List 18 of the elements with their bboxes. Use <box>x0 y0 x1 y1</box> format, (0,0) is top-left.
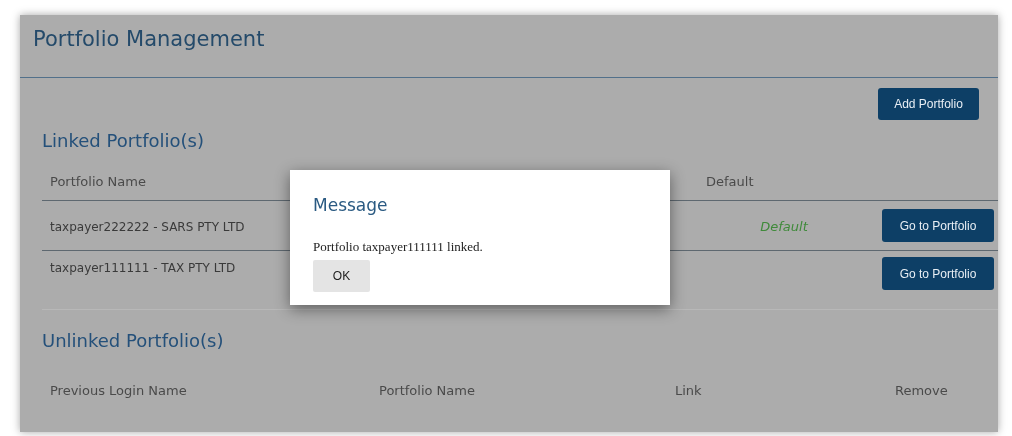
portfolio-name: taxpayer111111 - TAX PTY LTD <box>50 261 236 275</box>
column-header: Portfolio Name <box>50 173 146 189</box>
column-header: Previous Login Name <box>50 383 187 398</box>
go-to-portfolio-button[interactable]: Go to Portfolio <box>882 257 994 290</box>
ok-button[interactable]: OK <box>313 260 370 292</box>
column-header: Default <box>706 173 754 189</box>
column-header: Remove <box>895 383 948 398</box>
add-portfolio-button[interactable]: Add Portfolio <box>878 88 979 120</box>
dialog-title: Message <box>313 195 389 217</box>
go-to-portfolio-button[interactable]: Go to Portfolio <box>882 209 994 242</box>
column-header: Portfolio Name <box>379 383 475 398</box>
default-label: Default <box>760 219 808 234</box>
portfolio-name: taxpayer222222 - SARS PTY LTD <box>50 220 245 234</box>
section-heading: Unlinked Portfolio(s) <box>41 330 225 353</box>
dialog-message: Portfolio taxpayer111111 linked. <box>313 239 484 256</box>
page-title: Portfolio Management <box>33 27 265 51</box>
section-heading: Linked Portfolio(s) <box>41 130 205 153</box>
column-header: Link <box>675 383 702 398</box>
